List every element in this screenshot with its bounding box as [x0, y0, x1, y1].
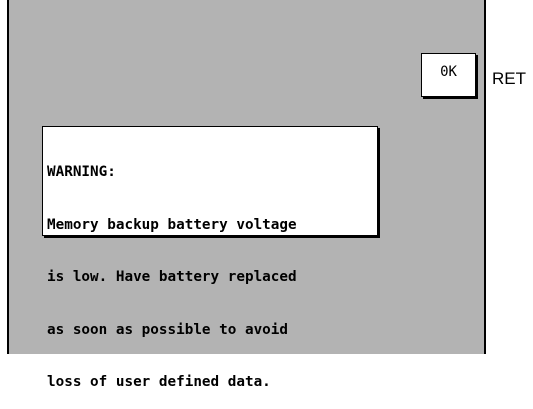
ok-button[interactable]: 0K [421, 53, 476, 97]
warning-dialog: WARNING: Memory backup battery voltage i… [42, 126, 378, 390]
ok-button-label: 0K [440, 64, 457, 80]
warning-message-line: Memory backup battery voltage [47, 216, 297, 233]
ret-key-label: RET [492, 69, 526, 88]
warning-message-line: as soon as possible to avoid [47, 321, 289, 338]
warning-message-line: loss of user defined data. [47, 374, 271, 390]
warning-message-line: is low. Have battery replaced [47, 269, 297, 285]
warning-title: WARNING: [47, 164, 116, 180]
